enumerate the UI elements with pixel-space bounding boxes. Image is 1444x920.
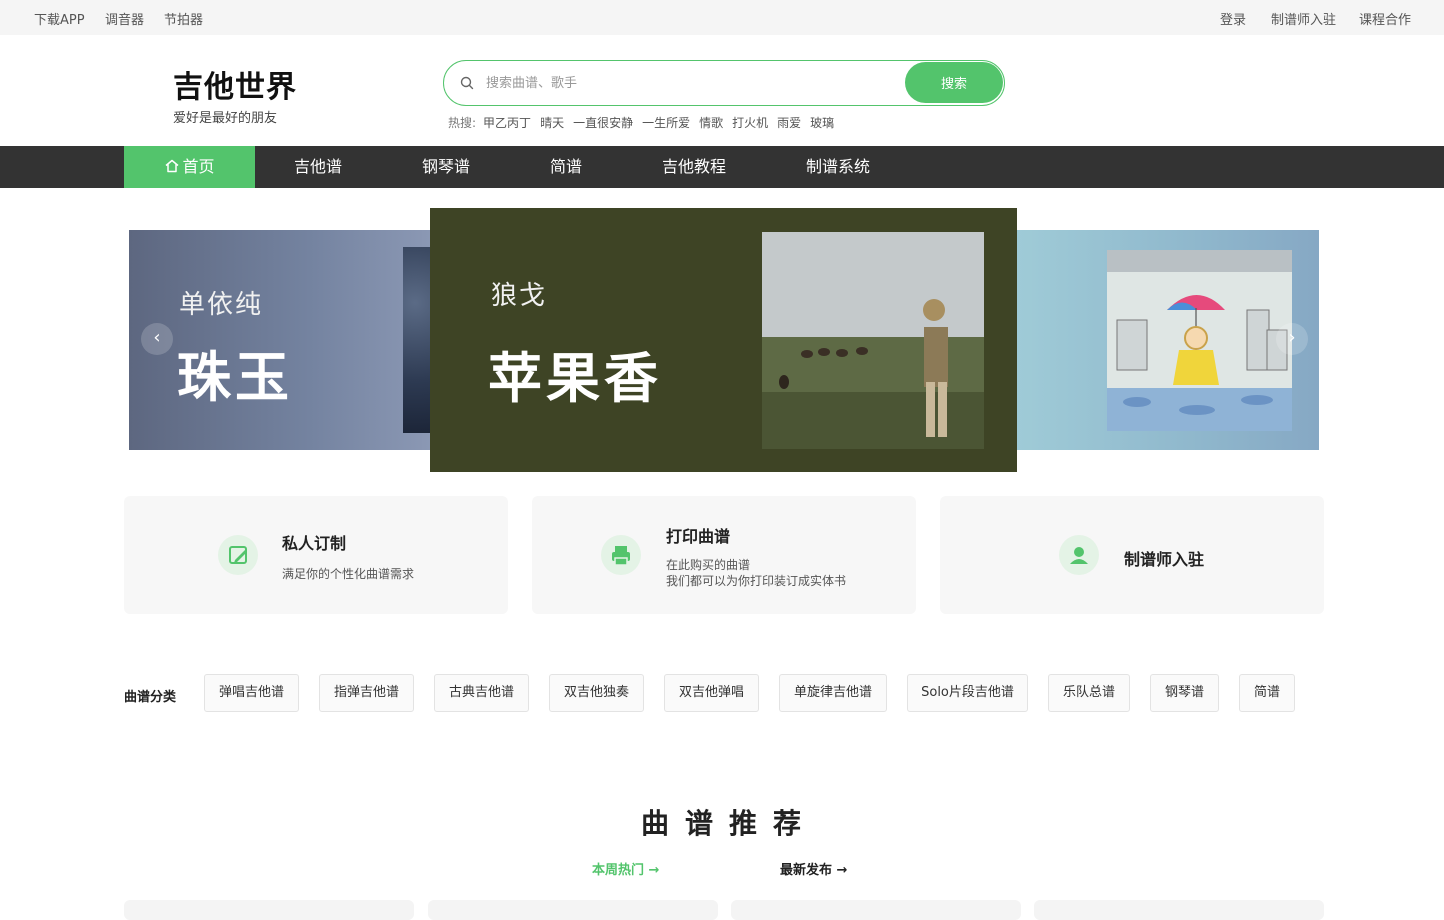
category-tag[interactable]: 古典吉他谱 bbox=[434, 674, 529, 712]
hot-search-term[interactable]: 甲乙丙丁 bbox=[483, 116, 531, 130]
category-tag[interactable]: 弹唱吉他谱 bbox=[204, 674, 299, 712]
carousel-prev-button[interactable]: ‹ bbox=[141, 323, 173, 355]
category-tag[interactable]: 钢琴谱 bbox=[1150, 674, 1219, 712]
chevron-right-icon: › bbox=[1288, 327, 1296, 348]
edit-pencil-icon bbox=[229, 546, 247, 564]
search-bar: 搜索 bbox=[443, 60, 1005, 106]
service-desc: 满足你的个性化曲谱需求 bbox=[282, 567, 415, 581]
hot-search-label: 热搜: bbox=[448, 116, 477, 130]
slide-song-title: 珠玉 bbox=[177, 346, 293, 409]
slide-artist: 单依纯 bbox=[179, 290, 264, 320]
main-nav: 首页 吉他谱 钢琴谱 简谱 吉他教程 制谱系统 bbox=[0, 146, 1444, 188]
hot-search-term[interactable]: 一生所爱 bbox=[642, 116, 690, 130]
carousel-next-button[interactable]: › bbox=[1276, 323, 1308, 355]
service-title: 私人订制 bbox=[282, 534, 347, 553]
song-card[interactable] bbox=[428, 900, 718, 920]
user-icon bbox=[1070, 547, 1088, 564]
tab-weekly-hot[interactable]: 本周热门 → bbox=[592, 859, 659, 878]
service-desc-line: 我们都可以为你打印装订成实体书 bbox=[666, 574, 847, 588]
nav-item-piano-scores[interactable]: 钢琴谱 bbox=[411, 146, 481, 188]
hot-search-term[interactable]: 打火机 bbox=[732, 116, 768, 130]
login-link[interactable]: 登录 bbox=[1220, 9, 1246, 28]
album-cover-image bbox=[1107, 250, 1292, 431]
category-tag[interactable]: 单旋律吉他谱 bbox=[779, 674, 887, 712]
category-tag[interactable]: 乐队总谱 bbox=[1048, 674, 1130, 712]
carousel-slide-active[interactable]: 狼戈 苹果香 bbox=[430, 208, 1017, 472]
download-app-link[interactable]: 下载APP bbox=[34, 9, 85, 28]
carousel-slide-prev[interactable]: 单依纯 珠玉 bbox=[129, 230, 430, 450]
nav-item-notation-system[interactable]: 制谱系统 bbox=[798, 146, 878, 188]
search-input[interactable] bbox=[486, 72, 886, 94]
category-tag[interactable]: 简谱 bbox=[1239, 674, 1295, 712]
nav-item-numbered-notation[interactable]: 简谱 bbox=[541, 146, 591, 188]
song-card[interactable] bbox=[731, 900, 1021, 920]
home-icon bbox=[166, 159, 179, 173]
slide-song-title: 苹果香 bbox=[488, 347, 662, 410]
service-icon-circle bbox=[601, 535, 641, 575]
service-title: 打印曲谱 bbox=[666, 527, 731, 546]
category-tag[interactable]: Solo片段吉他谱 bbox=[907, 674, 1028, 712]
hot-search-term[interactable]: 情歌 bbox=[699, 116, 723, 130]
hot-search-term[interactable]: 晴天 bbox=[540, 116, 564, 130]
tuner-link[interactable]: 调音器 bbox=[105, 9, 144, 28]
printer-icon bbox=[612, 546, 630, 566]
album-cover-image bbox=[762, 232, 984, 449]
service-card-transcriber[interactable]: 制谱师入驻 bbox=[940, 496, 1324, 614]
transcriber-join-link[interactable]: 制谱师入驻 bbox=[1271, 9, 1336, 28]
hot-search-term[interactable]: 雨爱 bbox=[777, 116, 801, 130]
nav-item-guitar-lessons[interactable]: 吉他教程 bbox=[654, 146, 734, 188]
site-logo[interactable]: 吉他世界 bbox=[173, 62, 297, 106]
service-icon-circle bbox=[1059, 535, 1099, 575]
service-desc-line: 在此购买的曲谱 bbox=[666, 558, 751, 572]
nav-item-guitar-tabs[interactable]: 吉他谱 bbox=[283, 146, 353, 188]
site-slogan: 爱好是最好的朋友 bbox=[173, 111, 278, 126]
category-tag[interactable]: 双吉他独奏 bbox=[549, 674, 644, 712]
steppe-photo bbox=[762, 232, 984, 449]
nav-item-label: 首页 bbox=[182, 157, 215, 176]
song-card[interactable] bbox=[1034, 900, 1324, 920]
search-icon bbox=[460, 76, 474, 90]
hot-search-term[interactable]: 玻璃 bbox=[810, 116, 834, 130]
category-tag[interactable]: 双吉他弹唱 bbox=[664, 674, 759, 712]
slide-artist: 狼戈 bbox=[491, 281, 548, 311]
service-card-custom[interactable]: 私人订制 满足你的个性化曲谱需求 bbox=[124, 496, 508, 614]
chevron-left-icon: ‹ bbox=[153, 327, 161, 348]
service-title: 制谱师入驻 bbox=[1124, 550, 1205, 569]
course-cooperation-link[interactable]: 课程合作 bbox=[1359, 9, 1411, 28]
hot-search-term[interactable]: 一直很安静 bbox=[573, 116, 633, 130]
top-bar: 下载APP 调音器 节拍器 登录 制谱师入驻 课程合作 bbox=[0, 0, 1444, 35]
category-tag[interactable]: 指弹吉他谱 bbox=[319, 674, 414, 712]
service-icon-circle bbox=[218, 535, 258, 575]
tab-latest[interactable]: 最新发布 → bbox=[780, 859, 847, 878]
album-cover-image bbox=[403, 247, 430, 433]
search-button[interactable]: 搜索 bbox=[905, 62, 1003, 103]
hot-searches: 热搜: 甲乙丙丁 晴天 一直很安静 一生所爱 情歌 打火机 雨爱 玻璃 bbox=[448, 114, 843, 131]
metronome-link[interactable]: 节拍器 bbox=[164, 9, 203, 28]
rain-girl-illustration bbox=[1107, 250, 1292, 431]
category-label: 曲谱分类 bbox=[124, 690, 177, 705]
service-card-print[interactable]: 打印曲谱 在此购买的曲谱 我们都可以为你打印装订成实体书 bbox=[532, 496, 916, 614]
carousel-slide-next[interactable] bbox=[1017, 230, 1319, 450]
song-card[interactable] bbox=[124, 900, 414, 920]
nav-item-home[interactable]: 首页 bbox=[124, 146, 255, 188]
section-title: 曲谱推荐 bbox=[640, 807, 817, 840]
